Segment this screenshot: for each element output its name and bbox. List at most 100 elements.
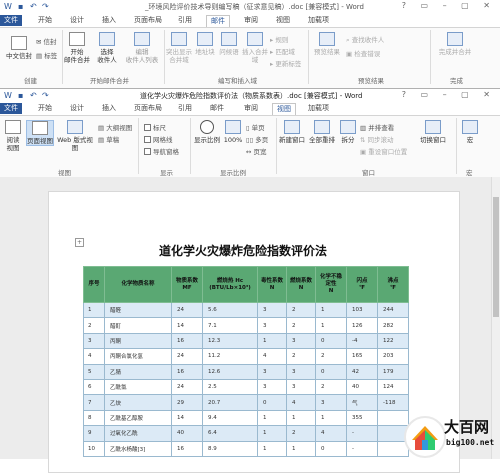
table-cell[interactable]: 2.5 [202, 378, 258, 396]
table-cell[interactable]: 乙腈 [104, 363, 172, 380]
address-block-button[interactable]: 地址块 [194, 32, 216, 56]
table-cell[interactable]: 4 [83, 348, 105, 365]
arrange-all-button[interactable]: 全部重排 [308, 120, 336, 144]
gridlines-checkbox[interactable]: 网格线 [144, 134, 173, 144]
tab-view[interactable]: 视图 [272, 15, 294, 26]
highlight-merge-fields-button[interactable]: 突出显示 合并域 [166, 32, 192, 64]
table-cell[interactable]: 1 [257, 409, 287, 427]
table-cell[interactable]: 12.3 [202, 332, 258, 350]
update-labels-button[interactable]: ▸ 更新标签 [270, 58, 301, 68]
table-cell[interactable]: -118 [377, 394, 409, 411]
tab-references[interactable]: 引用 [174, 103, 196, 114]
table-cell[interactable]: 乙酰氯 [104, 378, 172, 396]
table-cell[interactable]: 丙酮合氯化氢 [104, 348, 172, 365]
macros-button[interactable]: 宏 [460, 120, 480, 144]
draft-button[interactable]: ▤ 草稿 [98, 134, 119, 144]
switch-windows-button[interactable]: 切换窗口 [418, 120, 448, 144]
tab-home[interactable]: 开始 [34, 15, 56, 26]
redo-icon[interactable]: ↷ [42, 2, 49, 11]
tab-review[interactable]: 审阅 [240, 103, 262, 114]
table-cell[interactable]: 122 [377, 332, 409, 350]
reset-window-position-button[interactable]: ▣ 重设窗口位置 [360, 146, 407, 156]
chinese-envelope-button[interactable]: 中文信封 [4, 36, 34, 60]
side-by-side-button[interactable]: ▥ 并排查看 [360, 122, 394, 132]
tab-mailings[interactable]: 邮件 [206, 103, 228, 114]
table-cell[interactable]: 3 [83, 332, 105, 350]
check-errors-button[interactable]: ▣ 检查错误 [346, 48, 380, 58]
table-cell[interactable]: 醋酊 [104, 317, 172, 334]
table-cell[interactable]: 7.1 [202, 317, 258, 334]
outline-button[interactable]: ▤ 大纲视图 [98, 122, 132, 132]
table-cell[interactable]: - [346, 425, 378, 442]
window-controls[interactable]: ? ▭ – ▢ ✕ [402, 1, 496, 10]
table-cell[interactable]: 0 [315, 332, 347, 350]
table-cell[interactable]: -4 [346, 332, 378, 350]
table-cell[interactable]: 24 [171, 301, 203, 319]
table-cell[interactable]: 10 [83, 440, 105, 457]
table-cell[interactable]: 4 [315, 425, 347, 442]
table-cell[interactable]: 124 [377, 378, 409, 396]
table-cell[interactable]: 8.9 [202, 440, 258, 457]
table-cell[interactable]: 1 [315, 317, 347, 334]
tab-insert[interactable]: 插入 [98, 15, 120, 26]
table-cell[interactable]: 3 [286, 332, 316, 350]
table-cell[interactable]: 2 [286, 301, 316, 319]
select-recipients-button[interactable]: 选择 收件人 [94, 32, 120, 64]
redo-icon[interactable]: ↷ [42, 91, 49, 100]
table-cell[interactable]: 丙酮 [104, 332, 172, 350]
navigation-pane-checkbox[interactable]: 导航窗格 [144, 146, 179, 156]
table-cell[interactable]: 乙炔 [104, 394, 172, 411]
tab-design[interactable]: 设计 [66, 103, 88, 114]
table-cell[interactable]: 1 [315, 409, 347, 427]
web-layout-button[interactable]: Web 版式视图 [54, 120, 96, 152]
table-cell[interactable]: 醋醛 [104, 301, 172, 319]
page-width-button[interactable]: ↔ 页宽 [246, 146, 267, 156]
table-cell[interactable]: - [346, 440, 378, 457]
table-cell[interactable]: 355 [346, 409, 378, 427]
table-cell[interactable]: 气 [346, 394, 378, 411]
tab-design[interactable]: 设计 [66, 15, 88, 26]
table-cell[interactable]: 16 [171, 332, 203, 350]
table-cell[interactable]: 1 [286, 440, 316, 457]
table-cell[interactable]: 103 [346, 301, 378, 319]
multiple-pages-button[interactable]: ▯▯ 多页 [246, 134, 268, 144]
table-cell[interactable]: 9 [83, 425, 105, 442]
table-cell[interactable]: 3 [286, 378, 316, 396]
table-cell[interactable]: 244 [377, 301, 409, 319]
edit-recipients-button[interactable]: 编辑 收件人列表 [122, 32, 162, 64]
tab-addins[interactable]: 加载项 [304, 15, 333, 26]
table-cell[interactable]: 9.4 [202, 409, 258, 427]
undo-icon[interactable]: ↶ [30, 2, 37, 11]
table-cell[interactable]: 2 [83, 317, 105, 334]
read-mode-button[interactable]: 阅读 视图 [2, 120, 24, 152]
table-cell[interactable]: 5 [83, 363, 105, 380]
gridlines-checkbox-box[interactable] [144, 136, 151, 143]
table-cell[interactable]: 3 [257, 363, 287, 380]
undo-icon[interactable]: ↶ [30, 91, 37, 100]
table-cell[interactable]: 16 [171, 440, 203, 457]
table-cell[interactable]: 203 [377, 348, 409, 365]
print-layout-button[interactable]: 页面视图 [26, 120, 54, 146]
table-cell[interactable]: 29 [171, 394, 203, 411]
tab-addins[interactable]: 加载项 [304, 103, 333, 114]
insert-merge-field-button[interactable]: 插入合并域 [242, 32, 268, 64]
tab-layout[interactable]: 页面布局 [130, 103, 166, 114]
table-cell[interactable]: 1 [257, 332, 287, 350]
navigation-pane-checkbox-box[interactable] [144, 148, 151, 155]
table-cell[interactable]: 14 [171, 317, 203, 334]
table-cell[interactable]: 0 [315, 363, 347, 380]
finish-merge-button[interactable]: 完成并合并 [436, 32, 474, 56]
tab-view[interactable]: 视图 [272, 103, 296, 115]
table-cell[interactable]: 2 [315, 378, 347, 396]
document-page[interactable]: + 道化学火灾爆炸危险指数评价法 序号 化学物质名称 物质系数 MF 燃烧热 H… [48, 191, 460, 473]
table-cell[interactable]: 2 [286, 317, 316, 334]
ruler-checkbox-box[interactable] [144, 124, 151, 131]
table-cell[interactable]: 2 [315, 348, 347, 365]
find-recipient-button[interactable]: ⌕ 查找收件人 [346, 34, 384, 45]
table-cell[interactable]: 14 [171, 409, 203, 427]
table-cell[interactable]: 165 [346, 348, 378, 365]
table-cell[interactable]: 0 [257, 394, 287, 411]
tab-references[interactable]: 引用 [174, 15, 196, 26]
envelope-button[interactable]: ✉ 信封 [36, 36, 57, 46]
table-cell[interactable]: 6 [83, 378, 105, 396]
